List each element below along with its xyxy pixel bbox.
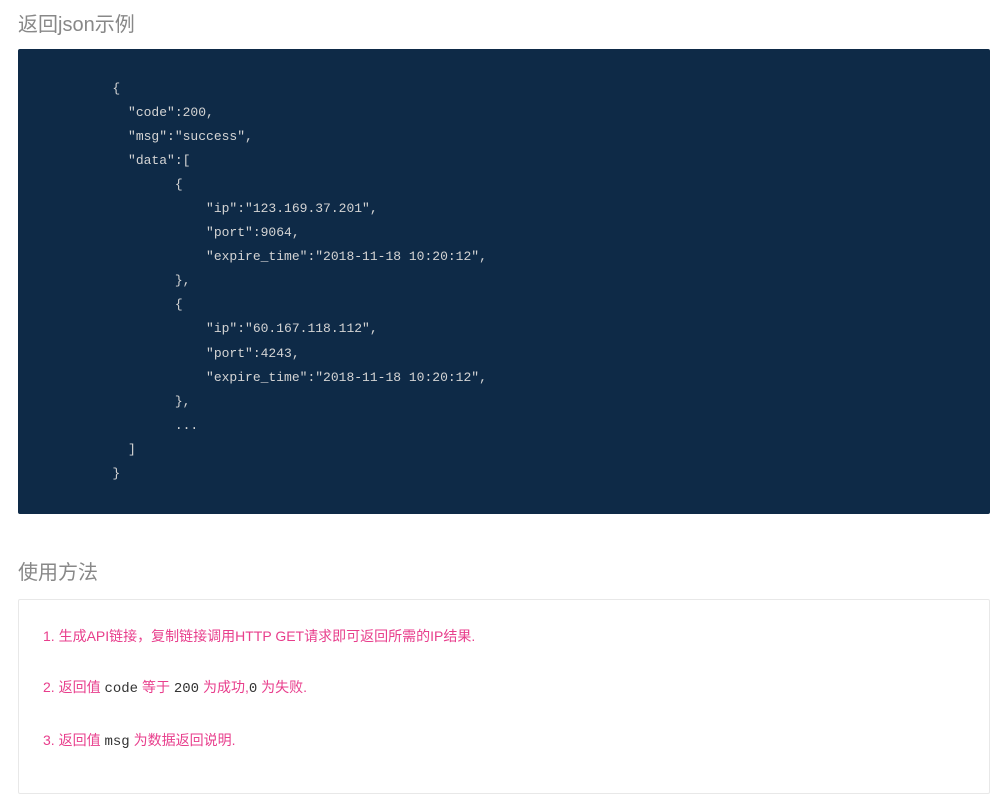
usage-item-code: 0 [249, 681, 257, 697]
usage-item-num: 3. [43, 732, 59, 748]
usage-item-code: 200 [174, 681, 199, 697]
usage-item-pre: 返回值 [59, 679, 105, 695]
usage-item-1: 1. 生成API链接，复制链接调用HTTP GET请求即可返回所需的IP结果. [43, 626, 965, 647]
usage-item-mid: 为成功, [199, 679, 249, 695]
usage-box: 1. 生成API链接，复制链接调用HTTP GET请求即可返回所需的IP结果. … [18, 599, 990, 794]
usage-item-text: 生成API链接，复制链接调用HTTP GET请求即可返回所需的IP结果. [59, 628, 476, 644]
usage-item-pre: 返回值 [59, 732, 105, 748]
usage-item-code: msg [104, 734, 129, 750]
section-title-json-example: 返回json示例 [0, 0, 1008, 49]
usage-item-num: 1. [43, 628, 59, 644]
usage-item-2: 2. 返回值 code 等于 200 为成功,0 为失败. [43, 677, 965, 700]
usage-item-mid: 等于 [138, 679, 174, 695]
usage-item-post: 为失败. [257, 679, 307, 695]
code-block-json: { "code":200, "msg":"success", "data":[ … [18, 49, 990, 514]
usage-item-code: code [104, 681, 138, 697]
usage-item-3: 3. 返回值 msg 为数据返回说明. [43, 730, 965, 753]
section-title-usage: 使用方法 [0, 538, 1008, 599]
usage-item-post: 为数据返回说明. [130, 732, 236, 748]
usage-item-num: 2. [43, 679, 59, 695]
